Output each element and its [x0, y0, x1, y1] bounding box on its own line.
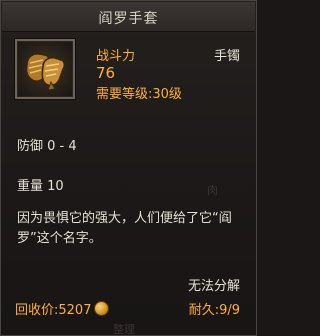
no-disassemble-flag: 无法分解 [187, 279, 240, 294]
tooltip-titlebar: 阎罗手套 [2, 2, 255, 32]
background-ghost-text: 肉 [207, 184, 218, 197]
item-icon-frame [15, 39, 75, 99]
weight-stat: 重量 10 [17, 179, 64, 194]
item-title: 阎罗手套 [98, 11, 159, 27]
gold-coin-icon [95, 302, 109, 315]
recycle-price-row: 回收价:5207 [15, 299, 109, 318]
background-ghost-text-bottom: 整理 [113, 323, 135, 336]
item-tooltip: 阎罗手套 战斗力 76 需要等级:30级 手镯 防御 0 - 4 重量 10 肉… [0, 0, 257, 336]
combat-power-value: 76 [96, 64, 116, 82]
level-requirement: 需要等级:30级 [96, 87, 182, 102]
recycle-price: 回收价:5207 [15, 303, 92, 318]
durability-stat: 耐久:9/9 [188, 303, 240, 318]
combat-power-label: 战斗力 [96, 49, 136, 64]
equipment-slot-type: 手镯 [213, 49, 240, 64]
gloves-icon [25, 53, 66, 91]
defense-stat: 防御 0 - 4 [17, 139, 77, 154]
item-description: 因为畏惧它的强大，人们便给了它“阎罗”这个名字。 [17, 211, 232, 246]
